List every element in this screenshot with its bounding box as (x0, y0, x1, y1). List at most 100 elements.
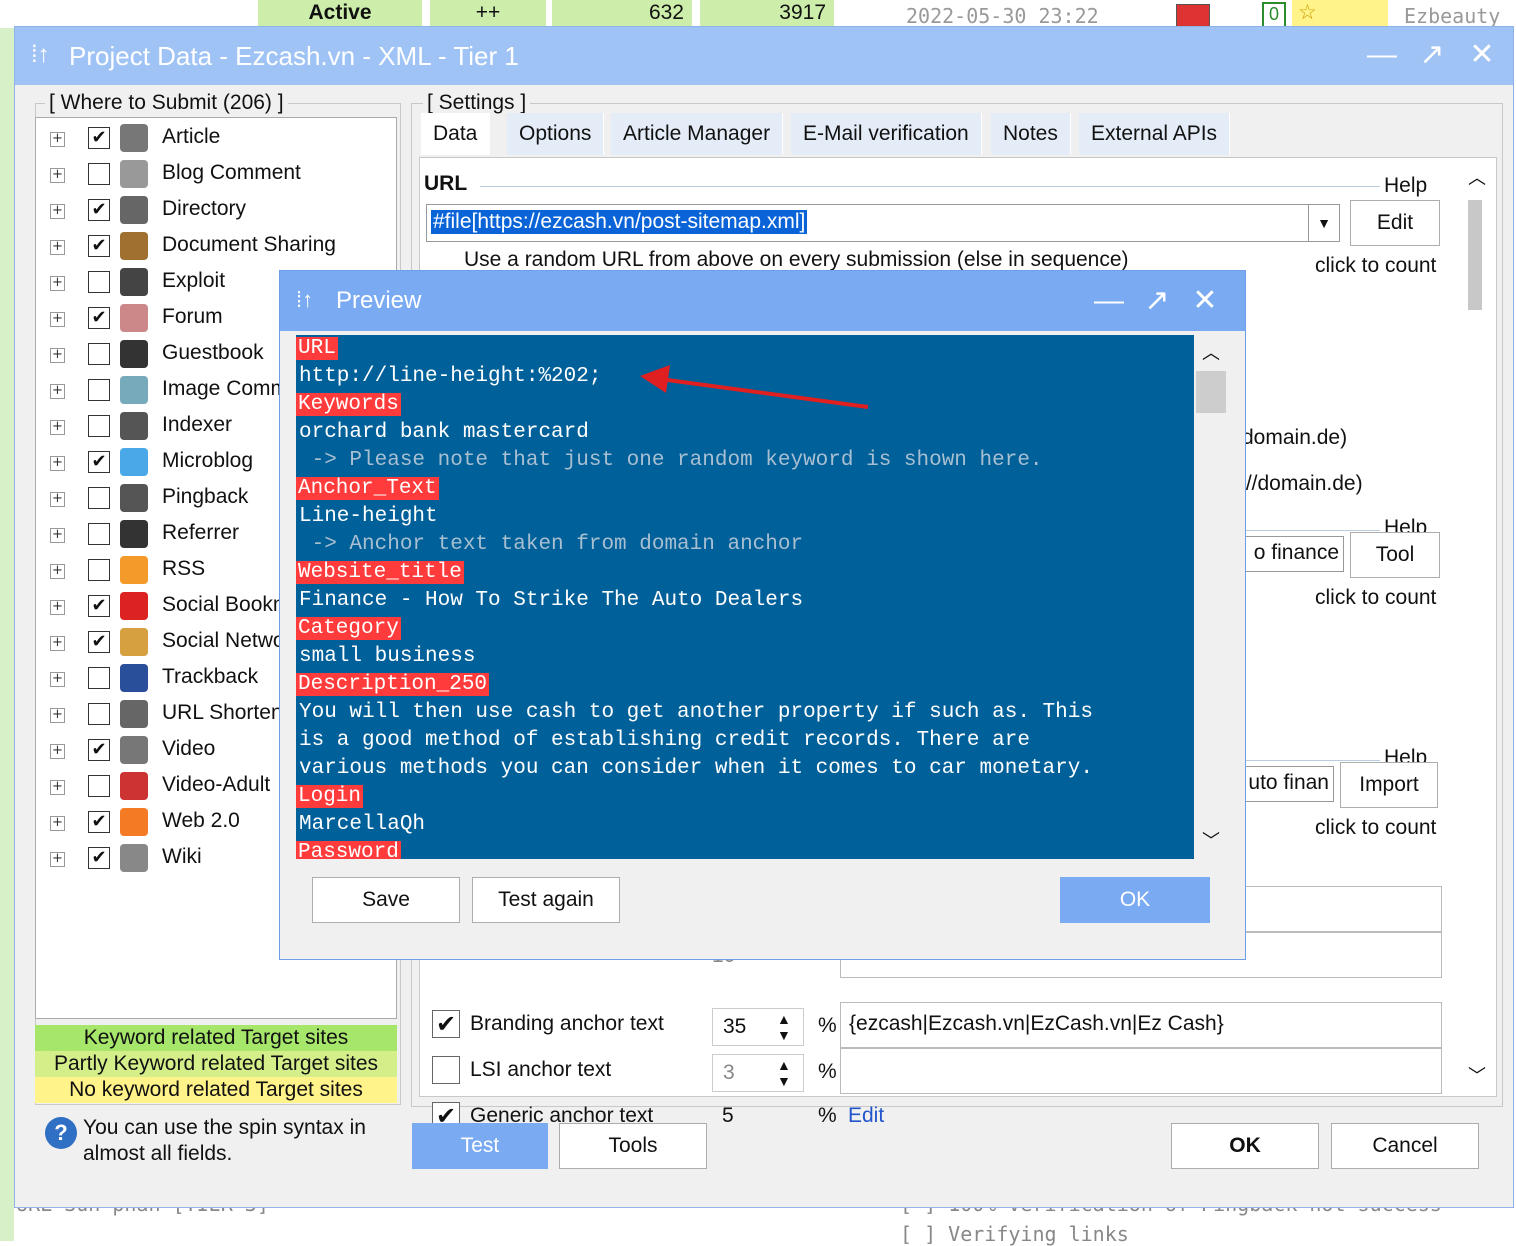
expand-plus-icon[interactable]: + (50, 492, 65, 507)
close-button[interactable]: ✕ (1457, 33, 1507, 77)
lsi-anchor-spinner[interactable]: 3 ▲ ▼ (712, 1054, 804, 1092)
tree-item-checkbox[interactable]: ✔ (88, 235, 110, 257)
preview-maximize-button[interactable]: ↗ (1132, 279, 1182, 323)
url-combobox[interactable]: #file[https://ezcash.vn/post-sitemap.xml… (426, 204, 1340, 242)
tree-item-label: Document Sharing (162, 233, 336, 256)
expand-plus-icon[interactable]: + (50, 564, 65, 579)
url-click-to-count[interactable]: click to count (1315, 254, 1436, 278)
scroll-up-icon[interactable]: ︿ (1468, 164, 1486, 190)
scroll-down-icon[interactable]: ﹀ (1468, 1062, 1486, 1088)
tree-item-checkbox[interactable] (88, 667, 110, 689)
tab-article-manager[interactable]: Article Manager (611, 113, 784, 155)
preview-minimize-button[interactable]: — (1084, 279, 1134, 323)
anchor-import-button[interactable]: Import (1340, 762, 1438, 808)
generic-anchor-value[interactable]: 5 (722, 1104, 734, 1124)
tree-item-blog-comment[interactable]: + Blog Comment (50, 160, 390, 194)
anchor-click-to-count[interactable]: click to count (1315, 816, 1436, 840)
preview-scroll-down-icon[interactable]: ﹀ (1202, 827, 1220, 853)
dropdown-arrow-icon[interactable]: ▼ (1308, 205, 1339, 241)
tab-options[interactable]: Options (507, 113, 605, 155)
tree-item-article[interactable]: + ✔ Article (50, 124, 390, 158)
tree-item-directory[interactable]: + ✔ Directory (50, 196, 390, 230)
tree-item-checkbox[interactable]: ✔ (88, 739, 110, 761)
tree-item-checkbox[interactable] (88, 379, 110, 401)
cancel-button[interactable]: Cancel (1331, 1123, 1479, 1169)
preview-scroll-up-icon[interactable]: ︿ (1202, 339, 1220, 365)
preview-close-button[interactable]: ✕ (1180, 279, 1230, 323)
maximize-button[interactable]: ↗ (1407, 33, 1457, 77)
expand-plus-icon[interactable]: + (50, 168, 65, 183)
preview-scroll-thumb[interactable] (1196, 371, 1226, 413)
tree-item-checkbox[interactable]: ✔ (88, 451, 110, 473)
tree-item-checkbox[interactable]: ✔ (88, 199, 110, 221)
preview-line-key: Login (296, 785, 364, 809)
tab-external-apis[interactable]: External APIs (1079, 113, 1231, 155)
tree-item-document-sharing[interactable]: + ✔ Document Sharing (50, 232, 390, 266)
expand-plus-icon[interactable]: + (50, 276, 65, 291)
expand-plus-icon[interactable]: + (50, 708, 65, 723)
tab-notes[interactable]: Notes (991, 113, 1071, 155)
expand-plus-icon[interactable]: + (50, 600, 65, 615)
expand-plus-icon[interactable]: + (50, 816, 65, 831)
keywords-tool-button[interactable]: Tool (1350, 532, 1440, 578)
generic-anchor-checkbox[interactable]: ✔ (432, 1102, 460, 1124)
scroll-thumb[interactable] (1468, 200, 1482, 310)
expand-plus-icon[interactable]: + (50, 852, 65, 867)
expand-plus-icon[interactable]: + (50, 204, 65, 219)
tree-item-checkbox[interactable] (88, 487, 110, 509)
tree-item-checkbox[interactable]: ✔ (88, 631, 110, 653)
preview-save-button[interactable]: Save (312, 877, 460, 923)
tab-data[interactable]: Data (421, 113, 491, 155)
url-input-value[interactable]: #file[https://ezcash.vn/post-sitemap.xml… (431, 210, 808, 234)
tree-item-checkbox[interactable] (88, 775, 110, 797)
expand-plus-icon[interactable]: + (50, 348, 65, 363)
expand-plus-icon[interactable]: + (50, 456, 65, 471)
expand-plus-icon[interactable]: + (50, 744, 65, 759)
tree-item-checkbox[interactable]: ✔ (88, 811, 110, 833)
tree-item-checkbox[interactable]: ✔ (88, 847, 110, 869)
spin-updown-icon[interactable]: ▲ ▼ (777, 1057, 791, 1089)
tree-item-checkbox[interactable] (88, 703, 110, 725)
url-help-link[interactable]: Help (1384, 174, 1427, 198)
tree-item-checkbox[interactable] (88, 343, 110, 365)
minimize-button[interactable]: — (1357, 33, 1407, 77)
preview-scrollbar[interactable]: ︿ ﹀ (1194, 335, 1228, 859)
preview-line-val: various methods you can consider when it… (299, 757, 1093, 781)
branding-anchor-spinner[interactable]: 35 ▲ ▼ (712, 1008, 804, 1046)
expand-plus-icon[interactable]: + (50, 780, 65, 795)
tree-item-checkbox[interactable] (88, 523, 110, 545)
preview-test-again-button[interactable]: Test again (472, 877, 620, 923)
generic-edit-link[interactable]: Edit (848, 1104, 884, 1124)
lsi-anchor-checkbox[interactable] (432, 1056, 460, 1084)
content-scrollbar[interactable]: ︿ ﹀ (1460, 158, 1494, 1094)
tree-item-checkbox[interactable]: ✔ (88, 307, 110, 329)
branding-anchor-checkbox[interactable]: ✔ (432, 1010, 460, 1038)
expand-plus-icon[interactable]: + (50, 420, 65, 435)
tab-email-verification[interactable]: E-Mail verification (791, 113, 982, 155)
url-edit-button[interactable]: Edit (1350, 200, 1440, 246)
tree-item-checkbox[interactable]: ✔ (88, 595, 110, 617)
ok-button[interactable]: OK (1171, 1123, 1319, 1169)
tree-item-checkbox[interactable] (88, 271, 110, 293)
expand-plus-icon[interactable]: + (50, 240, 65, 255)
tree-item-checkbox[interactable] (88, 415, 110, 437)
branding-anchor-text-field[interactable]: {ezcash|Ezcash.vn|EzCash.vn|Ez Cash} (840, 1002, 1442, 1048)
expand-plus-icon[interactable]: + (50, 636, 65, 651)
keywords-click-to-count[interactable]: click to count (1315, 586, 1436, 610)
expand-plus-icon[interactable]: + (50, 672, 65, 687)
preview-titlebar[interactable]: ⁞↑ Preview — ↗ ✕ (280, 271, 1245, 331)
tree-item-checkbox[interactable] (88, 559, 110, 581)
test-button[interactable]: Test (412, 1123, 548, 1169)
expand-plus-icon[interactable]: + (50, 384, 65, 399)
spin-updown-icon[interactable]: ▲ ▼ (777, 1011, 791, 1043)
tree-item-checkbox[interactable]: ✔ (88, 127, 110, 149)
expand-plus-icon[interactable]: + (50, 528, 65, 543)
tools-button[interactable]: Tools (559, 1123, 707, 1169)
tree-item-checkbox[interactable] (88, 163, 110, 185)
lsi-anchor-text-field[interactable] (840, 1048, 1442, 1094)
preview-ok-button[interactable]: OK (1060, 877, 1210, 923)
expand-plus-icon[interactable]: + (50, 312, 65, 327)
window-titlebar[interactable]: ⁞↑ Project Data - Ezcash.vn - XML - Tier… (15, 27, 1513, 85)
expand-plus-icon[interactable]: + (50, 132, 65, 147)
preview-dialog: ⁞↑ Preview — ↗ ✕ URL http://line-height:%… (279, 270, 1246, 960)
